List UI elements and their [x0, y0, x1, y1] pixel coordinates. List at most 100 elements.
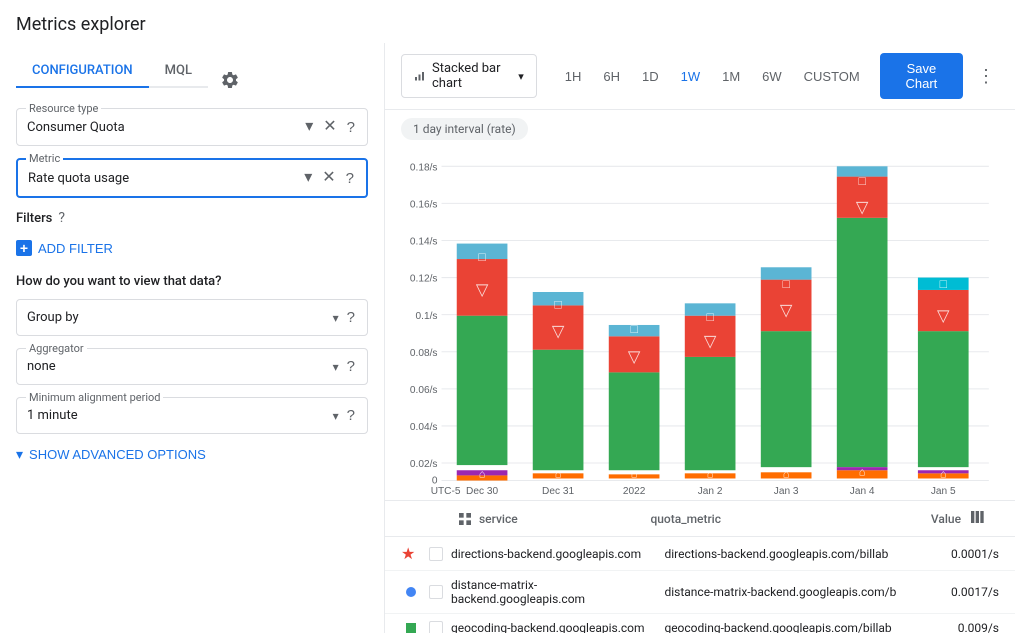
time-btn-6h[interactable]: 6H [593, 63, 630, 90]
bar-chart-icon [414, 68, 426, 84]
svg-text:⌂: ⌂ [859, 466, 866, 478]
aggregator-help-btn[interactable]: ? [345, 357, 357, 376]
row1-quota: directions-backend.googleapis.com/billab [664, 547, 911, 561]
metric-help-btn[interactable]: ? [344, 169, 356, 188]
time-btn-1h[interactable]: 1H [555, 63, 592, 90]
group-by-control[interactable]: Group by ▾ ? [16, 299, 368, 336]
time-buttons: 1H 6H 1D 1W 1M 6W CUSTOM [555, 63, 870, 90]
resource-type-dropdown-btn[interactable]: ▾ [303, 117, 315, 137]
svg-text:0.08/s: 0.08/s [410, 348, 438, 359]
svg-text:⌂: ⌂ [707, 468, 714, 480]
svg-text:□: □ [706, 310, 714, 324]
alignment-period-label: Minimum alignment period [26, 391, 163, 404]
svg-text:0.18/s: 0.18/s [410, 162, 438, 173]
chevron-down-icon: ▾ [16, 446, 23, 463]
svg-text:□: □ [478, 250, 486, 264]
resource-type-clear-btn[interactable]: ✕ [321, 117, 338, 137]
resource-type-help-btn[interactable]: ? [345, 118, 357, 137]
svg-text:UTC-5: UTC-5 [431, 486, 461, 496]
row2-service: distance-matrix-backend.googleapis.com [451, 578, 656, 606]
svg-text:▽: ▽ [704, 332, 717, 350]
svg-text:▽: ▽ [937, 307, 950, 325]
save-chart-button[interactable]: Save Chart [880, 53, 963, 99]
tab-mql[interactable]: MQL [149, 55, 208, 88]
alignment-period-help-btn[interactable]: ? [345, 406, 357, 425]
tab-configuration[interactable]: CONFIGURATION [16, 55, 149, 88]
aggregator-field: Aggregator none ▾ ? [16, 348, 368, 385]
legend-table: service quota_metric Value ★ directions-… [385, 500, 1015, 633]
svg-text:□: □ [782, 277, 790, 291]
legend-row: ★ directions-backend.googleapis.com dire… [385, 537, 1015, 571]
add-filter-button[interactable]: + ADD FILTER [16, 236, 113, 260]
more-options-button[interactable]: ⋮ [973, 62, 999, 91]
row1-checkbox[interactable] [429, 547, 443, 561]
svg-text:0.04/s: 0.04/s [410, 422, 438, 433]
view-section-title: How do you want to view that data? [16, 274, 368, 289]
settings-button[interactable] [216, 66, 244, 94]
grid-icon [457, 511, 473, 527]
legend-table-header: service quota_metric Value [385, 501, 1015, 537]
tabs-row: CONFIGURATION MQL [16, 55, 368, 104]
svg-text:□: □ [554, 297, 562, 311]
svg-text:▽: ▽ [476, 281, 489, 299]
svg-text:▽: ▽ [856, 199, 869, 217]
svg-text:Jan 2: Jan 2 [698, 486, 723, 496]
time-btn-1m[interactable]: 1M [712, 63, 750, 90]
header-quota: quota_metric [650, 512, 873, 526]
svg-text:⌂: ⌂ [631, 468, 638, 480]
group-by-field: Group by ▾ ? [16, 299, 368, 336]
svg-text:▽: ▽ [552, 322, 565, 340]
resource-type-field: Resource type Consumer Quota ▾ ✕ ? [16, 108, 368, 146]
svg-text:□: □ [630, 322, 638, 336]
alignment-period-chevron-icon: ▾ [333, 409, 339, 423]
metric-dropdown-btn[interactable]: ▾ [302, 168, 314, 188]
metric-field: Metric Rate quota usage ▾ ✕ ? [16, 158, 368, 198]
add-filter-label: ADD FILTER [38, 241, 113, 256]
resource-type-icons: ▾ ✕ ? [303, 117, 357, 137]
svg-text:▽: ▽ [780, 302, 793, 320]
alignment-period-value: 1 minute [27, 408, 333, 423]
time-btn-1d[interactable]: 1D [632, 63, 669, 90]
svg-text:0.12/s: 0.12/s [410, 274, 438, 285]
row2-value: 0.0017/s [919, 585, 999, 599]
row2-checkbox[interactable] [429, 585, 443, 599]
show-advanced-button[interactable]: ▾ SHOW ADVANCED OPTIONS [16, 446, 206, 463]
metric-clear-btn[interactable]: ✕ [320, 168, 337, 188]
metric-icons: ▾ ✕ ? [302, 168, 356, 188]
resource-type-label: Resource type [26, 102, 101, 115]
svg-text:0.1/s: 0.1/s [416, 311, 438, 322]
metric-control[interactable]: Rate quota usage ▾ ✕ ? [16, 158, 368, 198]
filters-row: Filters ? [16, 210, 368, 226]
group-by-value: Group by [27, 310, 333, 325]
right-panel: Stacked bar chart ▾ 1H 6H 1D 1W 1M 6W CU… [385, 43, 1015, 633]
time-btn-6w[interactable]: 6W [752, 63, 792, 90]
metric-label: Metric [26, 152, 63, 165]
row3-checkbox[interactable] [429, 621, 443, 633]
bar-chart-svg: 0.18/s 0.16/s 0.14/s 0.12/s 0.1/s 0.08/s… [401, 156, 999, 496]
header-value: Value [881, 512, 961, 526]
left-panel: CONFIGURATION MQL Resource type Consumer… [0, 43, 385, 633]
svg-text:▽: ▽ [628, 348, 641, 366]
svg-text:Jan 5: Jan 5 [931, 486, 956, 496]
group-by-chevron-icon: ▾ [333, 311, 339, 325]
row3-service: geocoding-backend.googleapis.com [451, 621, 656, 633]
svg-text:⌂: ⌂ [479, 468, 486, 480]
interval-badge-text: 1 day interval (rate) [401, 118, 528, 140]
svg-text:0.02/s: 0.02/s [410, 459, 438, 470]
time-btn-1w[interactable]: 1W [671, 63, 711, 90]
time-btn-custom[interactable]: CUSTOM [794, 63, 870, 90]
svg-text:0.16/s: 0.16/s [410, 199, 438, 210]
svg-text:□: □ [858, 174, 866, 188]
columns-settings-icon [969, 509, 985, 525]
svg-text:⌂: ⌂ [940, 468, 947, 480]
chart-type-select[interactable]: Stacked bar chart ▾ [401, 54, 537, 98]
group-by-help-btn[interactable]: ? [345, 308, 357, 327]
row3-value: 0.009/s [919, 621, 999, 633]
svg-text:Jan 3: Jan 3 [774, 486, 799, 496]
chart-area: 0.18/s 0.16/s 0.14/s 0.12/s 0.1/s 0.08/s… [385, 148, 1015, 496]
svg-text:⌂: ⌂ [783, 468, 790, 480]
header-settings[interactable] [969, 509, 999, 528]
filters-help-icon[interactable]: ? [58, 210, 65, 226]
alignment-period-field: Minimum alignment period 1 minute ▾ ? [16, 397, 368, 434]
svg-text:Jan 4: Jan 4 [850, 486, 875, 496]
